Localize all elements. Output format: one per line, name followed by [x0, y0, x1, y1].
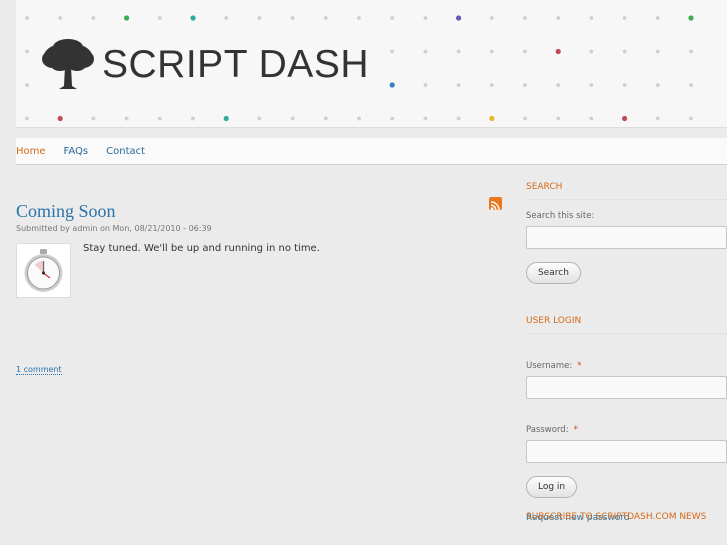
post-text: Stay tuned. We'll be up and running in n… [83, 243, 320, 254]
primary-nav: Home FAQs Contact [16, 138, 727, 165]
header-dot [556, 16, 561, 20]
username-label: Username: * [526, 353, 727, 372]
header-dot [25, 116, 29, 121]
header-dot [190, 15, 196, 21]
search-block-title: SEARCH [526, 182, 727, 200]
header-dot [390, 49, 395, 54]
post-body: Stay tuned. We'll be up and running in n… [16, 243, 496, 375]
header-dot [357, 116, 361, 121]
header-dot [556, 83, 561, 87]
header-dot [655, 83, 660, 87]
header-dot [655, 116, 660, 121]
header-dot [689, 116, 693, 121]
comments-link[interactable]: 1 comment [16, 365, 62, 375]
header-dot [655, 49, 660, 54]
post-title[interactable]: Coming Soon [16, 201, 506, 222]
header-dot [589, 83, 594, 87]
search-button[interactable]: Search [526, 262, 581, 284]
stopwatch-icon [24, 249, 63, 292]
nav-item-home[interactable]: Home [16, 146, 46, 157]
header-dot [622, 49, 627, 54]
nav-item-contact[interactable]: Contact [106, 146, 145, 157]
header-dot [191, 116, 195, 121]
header-dot [489, 49, 494, 54]
header-dot [423, 16, 428, 20]
header-dot [157, 116, 162, 121]
header-dot [456, 49, 461, 54]
site-header: SCRIPT DASH [16, 0, 727, 128]
nav-item-faqs[interactable]: FAQs [64, 146, 89, 157]
site-logo[interactable]: SCRIPT DASH [40, 38, 369, 90]
header-dot [622, 115, 628, 122]
header-dot [390, 16, 395, 20]
post-thumbnail [16, 243, 71, 298]
header-dot [423, 49, 428, 54]
header-dot [257, 116, 262, 121]
tree-icon [42, 39, 94, 89]
username-required-mark: * [577, 361, 582, 371]
header-dot [124, 116, 129, 121]
header-dot [489, 83, 494, 87]
header-dot [589, 49, 594, 54]
header-dot [25, 83, 29, 87]
header-dot [589, 116, 594, 121]
header-dot [91, 16, 96, 20]
header-dot [523, 116, 527, 121]
header-dot [688, 15, 694, 21]
header-dot [390, 116, 395, 121]
user-login-block: USER LOGIN Username: * Password: * Log i… [526, 312, 727, 524]
header-dot [25, 49, 29, 54]
header-dot [124, 15, 130, 21]
search-field-label: Search this site: [526, 211, 595, 221]
header-dot [622, 83, 627, 87]
username-label-text: Username: [526, 361, 573, 371]
header-dot [456, 116, 461, 121]
header-dot [290, 16, 295, 20]
header-dot [555, 48, 561, 55]
user-login-title: USER LOGIN [526, 316, 727, 334]
header-dot [689, 49, 693, 54]
login-button[interactable]: Log in [526, 476, 578, 498]
search-block: SEARCH Search this site: Search [526, 178, 727, 284]
header-dot [25, 16, 29, 20]
main-content: Coming Soon Submitted by admin on Mon, 0… [16, 196, 506, 375]
password-required-mark: * [573, 425, 578, 435]
password-label-text: Password: [526, 425, 569, 435]
header-dot [57, 115, 63, 122]
header-dot [323, 116, 328, 121]
subscribe-block: SUBSCRIBE TO SCRIPTDASH.COM NEWS [526, 512, 727, 529]
site-name[interactable]: SCRIPT DASH [102, 45, 369, 84]
username-input[interactable] [526, 376, 727, 399]
header-dot [523, 16, 527, 20]
header-dot [257, 16, 262, 20]
header-dot [157, 16, 162, 20]
header-dot [423, 83, 428, 87]
header-dot [456, 83, 461, 87]
page: SCRIPT DASH Home FAQs Contact Coming Soo… [0, 0, 727, 545]
subscribe-title: SUBSCRIBE TO SCRIPTDASH.COM NEWS [526, 512, 707, 522]
post-submitted-info: Submitted by admin on Mon, 08/21/2010 - … [16, 224, 212, 233]
header-dot [589, 16, 594, 20]
header-dot [357, 16, 361, 20]
password-input[interactable] [526, 440, 727, 463]
header-dot [58, 16, 63, 20]
header-dot [622, 16, 627, 20]
search-input[interactable] [526, 226, 727, 249]
header-dot [91, 116, 96, 121]
header-dot [523, 83, 527, 87]
header-dot [224, 16, 229, 20]
password-label: Password: * [526, 417, 727, 436]
header-dot [290, 116, 295, 121]
header-dot [489, 115, 495, 122]
header-dot [323, 16, 328, 20]
header-dot [489, 16, 494, 20]
header-dot [423, 116, 428, 121]
header-dot [223, 115, 229, 122]
header-dot [556, 116, 561, 121]
header-dot [389, 82, 395, 88]
header-dot [655, 16, 660, 20]
header-dot [689, 83, 693, 87]
header-dot [456, 15, 462, 21]
header-dot [523, 49, 527, 54]
